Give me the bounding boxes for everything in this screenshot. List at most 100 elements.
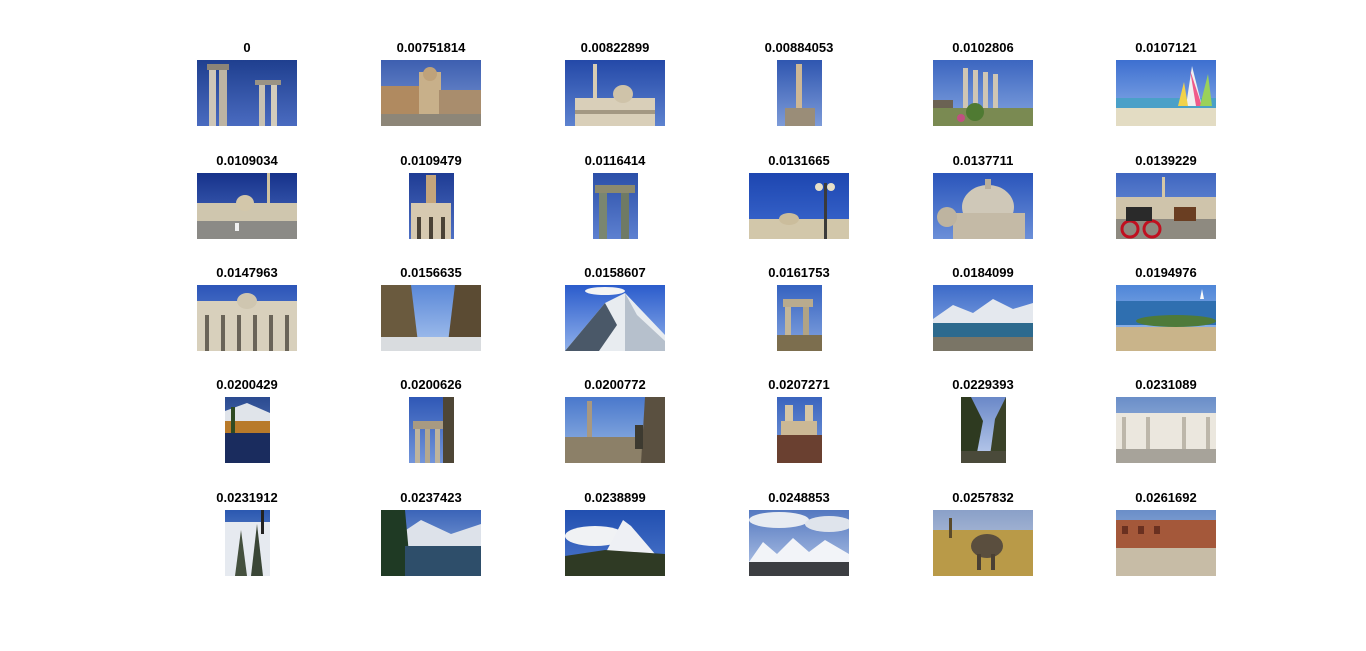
image-thumbnail: [749, 173, 849, 239]
subplot-title: 0.0207271: [768, 377, 830, 392]
thumbnail-picture: [776, 60, 822, 126]
subplot-title: 0.00751814: [396, 40, 466, 55]
image-thumbnail: [1116, 60, 1216, 126]
image-thumbnail: [381, 510, 481, 576]
thumbnail-picture: [1116, 397, 1216, 463]
subplot-cell: 0.0207271: [729, 377, 869, 477]
subplot-cell: 0.0257832: [913, 490, 1053, 590]
thumbnail-picture: [960, 397, 1006, 463]
image-thumbnail: [565, 510, 665, 576]
thumbnail-picture: [749, 510, 849, 576]
subplot-cell: 0.0238899: [545, 490, 685, 590]
image-thumbnail: [933, 510, 1033, 576]
subplot-cell: 0.0116414: [545, 153, 685, 253]
subplot-title: 0.0261692: [1135, 490, 1197, 505]
image-thumbnail: [933, 285, 1033, 351]
subplot-title: 0.0248853: [768, 490, 830, 505]
image-thumbnail: [592, 173, 638, 239]
image-thumbnail: [565, 397, 665, 463]
thumbnail-picture: [224, 397, 270, 463]
thumbnail-picture: [933, 510, 1033, 576]
subplot-cell: 0.00884053: [729, 40, 869, 140]
subplot-title: 0.0200429: [216, 377, 278, 392]
subplot-cell: 0.0139229: [1096, 153, 1236, 253]
subplot-title: 0.00822899: [580, 40, 650, 55]
image-thumbnail: [224, 510, 270, 576]
subplot-cell: 0.0261692: [1096, 490, 1236, 590]
thumbnail-picture: [1116, 510, 1216, 576]
image-thumbnail: [933, 173, 1033, 239]
subplot-cell: 0.0231089: [1096, 377, 1236, 477]
thumbnail-picture: [592, 173, 638, 239]
subplot-cell: 0.0147963: [177, 265, 317, 365]
thumbnail-picture: [381, 510, 481, 576]
subplot-title: 0.0229393: [952, 377, 1014, 392]
subplot-title: 0.0158607: [584, 265, 646, 280]
subplot-title: 0.0107121: [1135, 40, 1197, 55]
thumbnail-picture: [749, 173, 849, 239]
thumbnail-picture: [776, 397, 822, 463]
subplot-title: 0.0238899: [584, 490, 646, 505]
subplot-cell: 0.0102806: [913, 40, 1053, 140]
subplot-title: 0.0237423: [400, 490, 462, 505]
subplot-title: 0.0131665: [768, 153, 830, 168]
thumbnail-picture: [381, 60, 481, 126]
image-thumbnail: [776, 285, 822, 351]
image-thumbnail: [565, 60, 665, 126]
thumbnail-picture: [408, 397, 454, 463]
subplot-title: 0.0102806: [952, 40, 1014, 55]
subplot-title: 0.0184099: [952, 265, 1014, 280]
subplot-cell: 0.0161753: [729, 265, 869, 365]
subplot-title: 0.0231912: [216, 490, 278, 505]
thumbnail-picture: [224, 510, 270, 576]
image-thumbnail: [224, 397, 270, 463]
subplot-cell: 0.0109034: [177, 153, 317, 253]
subplot-cell: 0.0156635: [361, 265, 501, 365]
thumbnail-picture: [933, 60, 1033, 126]
image-thumbnail: [933, 60, 1033, 126]
subplot-title: 0: [243, 40, 251, 55]
image-thumbnail: [776, 397, 822, 463]
subplot-cell: 0.0131665: [729, 153, 869, 253]
subplot-cell: 0.00822899: [545, 40, 685, 140]
image-thumbnail: [1116, 397, 1216, 463]
subplot-cell: 0.0248853: [729, 490, 869, 590]
image-thumbnail: [408, 173, 454, 239]
subplot-cell: 0.0109479: [361, 153, 501, 253]
subplot-cell: 0.0184099: [913, 265, 1053, 365]
thumbnail-picture: [565, 397, 665, 463]
image-thumbnail: [381, 60, 481, 126]
image-thumbnail: [565, 285, 665, 351]
thumbnail-picture: [197, 285, 297, 351]
thumbnail-picture: [933, 173, 1033, 239]
figure-window: 0 0.00751814 0.00822899 0.00884053 0.010…: [0, 0, 1366, 651]
subplot-title: 0.0137711: [952, 153, 1014, 168]
subplot-title: 0.0231089: [1135, 377, 1197, 392]
thumbnail-picture: [1116, 173, 1216, 239]
subplot-title: 0.0161753: [768, 265, 830, 280]
subplot-title: 0.0194976: [1135, 265, 1197, 280]
thumbnail-picture: [565, 510, 665, 576]
subplot-cell: 0.0200429: [177, 377, 317, 477]
image-thumbnail: [1116, 173, 1216, 239]
image-thumbnail: [776, 60, 822, 126]
thumbnail-picture: [197, 173, 297, 239]
subplot-title: 0.0109479: [400, 153, 462, 168]
subplot-title: 0.0116414: [584, 153, 646, 168]
image-thumbnail: [197, 60, 297, 126]
thumbnail-picture: [197, 60, 297, 126]
image-thumbnail: [1116, 285, 1216, 351]
subplot-cell: 0.0200772: [545, 377, 685, 477]
thumbnail-picture: [565, 60, 665, 126]
thumbnail-picture: [381, 285, 481, 351]
subplot-cell: 0.0200626: [361, 377, 501, 477]
image-thumbnail: [197, 285, 297, 351]
subplot-title: 0.00884053: [764, 40, 834, 55]
thumbnail-picture: [408, 173, 454, 239]
subplot-cell: 0.0237423: [361, 490, 501, 590]
subplot-cell: 0.00751814: [361, 40, 501, 140]
image-thumbnail: [1116, 510, 1216, 576]
thumbnail-picture: [776, 285, 822, 351]
thumbnail-picture: [565, 285, 665, 351]
subplot-cell: 0.0137711: [913, 153, 1053, 253]
